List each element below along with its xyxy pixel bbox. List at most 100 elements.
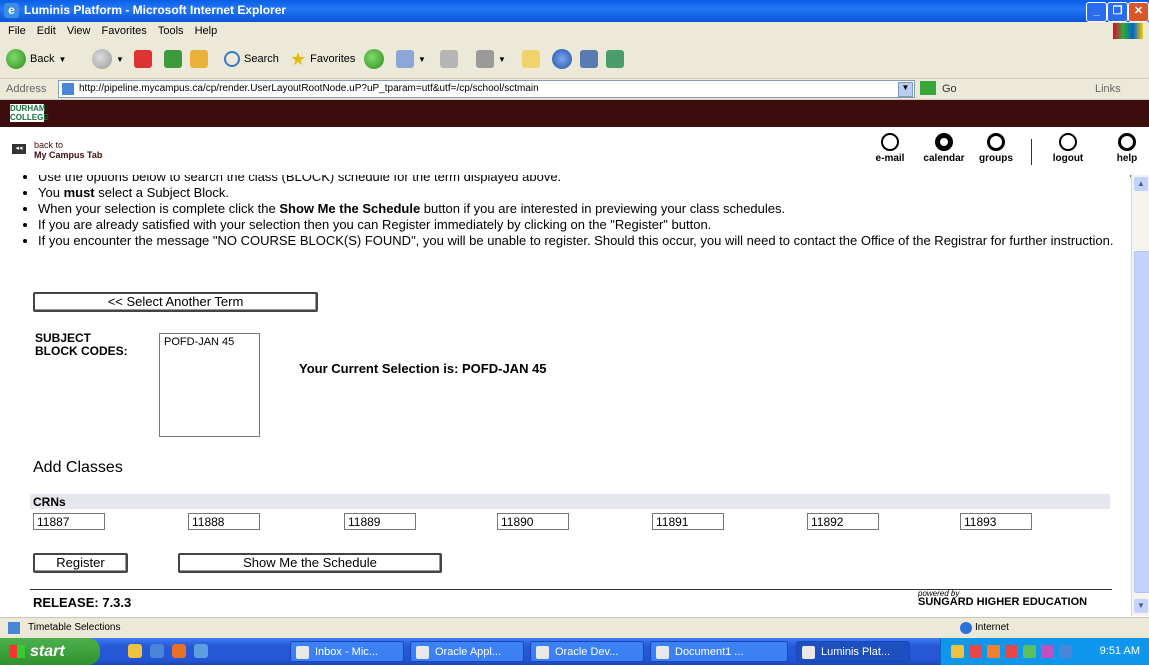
crn-input[interactable]: 11888	[188, 513, 260, 530]
links-button[interactable]: Links	[1095, 83, 1121, 95]
close-button[interactable]: ✕	[1128, 2, 1149, 22]
tray-icon[interactable]	[1059, 645, 1072, 658]
desktop-quicklaunch-icon[interactable]	[194, 644, 208, 658]
ie-icon: e	[4, 3, 19, 18]
email-label: e-mail	[875, 153, 905, 164]
channel-nav: ◂◂ back to My Campus Tab e-mail calendar…	[0, 127, 1149, 177]
college-logo[interactable]: DURHAM COLLEGE	[10, 104, 49, 122]
print-button[interactable]	[440, 48, 458, 70]
tray-icon[interactable]	[987, 645, 1000, 658]
email-icon	[881, 133, 899, 151]
help-link[interactable]: help	[1114, 133, 1140, 164]
history-button[interactable]	[364, 48, 384, 70]
crn-input[interactable]: 11892	[807, 513, 879, 530]
back-button[interactable]: Back ▼	[6, 48, 66, 70]
crn-header-label: CRNs	[33, 495, 66, 509]
task-label: Document1 ...	[675, 646, 744, 658]
stop-icon	[134, 50, 152, 68]
go-button[interactable]: Go	[942, 83, 957, 95]
vertical-scrollbar[interactable]: ▲ ▼	[1131, 175, 1149, 616]
print-icon	[440, 50, 458, 68]
messenger-button[interactable]	[580, 48, 598, 70]
scroll-up-icon[interactable]: ▲	[1134, 177, 1148, 191]
discuss-button[interactable]	[522, 48, 540, 70]
back-label: Back	[30, 53, 55, 65]
system-tray: 9:51 AM	[940, 638, 1149, 665]
clock[interactable]: 9:51 AM	[1100, 645, 1140, 657]
forward-button[interactable]: ▼	[92, 48, 124, 70]
tray-icon[interactable]	[1041, 645, 1054, 658]
crn-input[interactable]: 11887	[33, 513, 105, 530]
show-schedule-button[interactable]: Show Me the Schedule	[178, 553, 442, 573]
refresh-button[interactable]	[164, 48, 182, 70]
menu-tools[interactable]: Tools	[158, 25, 184, 37]
task-icon	[296, 646, 309, 659]
minimize-button[interactable]: _	[1086, 2, 1107, 22]
go-arrow-icon[interactable]	[920, 81, 936, 95]
favorites-button[interactable]: ★ Favorites	[290, 48, 355, 70]
taskbar-item[interactable]: Oracle Appl...	[410, 641, 524, 662]
outlook-quicklaunch-icon[interactable]	[172, 644, 186, 658]
add-classes-heading: Add Classes	[33, 459, 123, 476]
instruction-text: If you are already satisfied with your s…	[38, 217, 712, 232]
help-label: help	[1116, 153, 1138, 164]
main-content: Use the options below to search the clas…	[0, 175, 1130, 616]
tray-icon[interactable]	[969, 645, 982, 658]
subject-option[interactable]: POFD-JAN 45	[160, 334, 259, 350]
instruction-item: If you are already satisfied with your s…	[38, 217, 1128, 233]
subject-block-select[interactable]: POFD-JAN 45	[159, 333, 260, 437]
select-another-term-button[interactable]: << Select Another Term	[33, 292, 318, 312]
title-bar: e Luminis Platform - Microsoft Internet …	[0, 0, 1149, 22]
mail-button[interactable]: ▼	[396, 48, 426, 70]
maximize-button[interactable]: ❐	[1107, 2, 1128, 22]
menu-view[interactable]: View	[67, 25, 91, 37]
stop-button[interactable]	[134, 48, 152, 70]
groups-link[interactable]: groups	[974, 133, 1018, 164]
edit-button[interactable]: ▼	[476, 48, 506, 70]
menu-file[interactable]: File	[8, 25, 26, 37]
home-icon	[190, 50, 208, 68]
address-input[interactable]: http://pipeline.mycampus.ca/cp/render.Us…	[58, 80, 915, 98]
taskbar-item[interactable]: Inbox - Mic...	[290, 641, 404, 662]
email-link[interactable]: e-mail	[870, 133, 910, 164]
menu-help[interactable]: Help	[195, 25, 218, 37]
start-button[interactable]: start	[0, 638, 100, 665]
taskbar-item[interactable]: Oracle Dev...	[530, 641, 644, 662]
logout-label: logout	[1052, 153, 1084, 164]
menu-favorites[interactable]: Favorites	[102, 25, 147, 37]
tray-icon[interactable]	[1005, 645, 1018, 658]
tray-icon[interactable]	[1023, 645, 1036, 658]
groups-icon	[987, 133, 1005, 151]
crn-input[interactable]: 11891	[652, 513, 724, 530]
ie-quicklaunch-icon[interactable]	[150, 644, 164, 658]
scroll-thumb[interactable]	[1134, 251, 1149, 593]
crn-input[interactable]: 11889	[344, 513, 416, 530]
forward-arrow-icon	[92, 49, 112, 69]
scroll-down-icon[interactable]: ▼	[1134, 599, 1148, 613]
research-button[interactable]	[552, 48, 572, 70]
home-button[interactable]	[190, 48, 208, 70]
address-label: Address	[6, 83, 47, 95]
instruction-item: Use the options below to search the clas…	[38, 175, 1128, 185]
address-dropdown[interactable]: ▼	[898, 82, 913, 97]
users-icon	[606, 50, 624, 68]
users-button[interactable]	[606, 48, 624, 70]
crn-input[interactable]: 11893	[960, 513, 1032, 530]
logout-icon	[1059, 133, 1077, 151]
taskbar-item-active[interactable]: Luminis Plat...	[796, 641, 910, 662]
task-label: Luminis Plat...	[821, 646, 891, 658]
register-button[interactable]: Register	[33, 553, 128, 573]
tray-icon[interactable]	[951, 645, 964, 658]
quicklaunch-icon[interactable]	[128, 644, 142, 658]
crn-input[interactable]: 11890	[497, 513, 569, 530]
instruction-text: Use the options below to search the clas…	[38, 175, 562, 184]
favorites-label: Favorites	[310, 53, 356, 65]
taskbar-item[interactable]: Document1 ...	[650, 641, 788, 662]
logout-link[interactable]: logout	[1048, 133, 1088, 164]
calendar-link[interactable]: calendar	[916, 133, 972, 164]
page-icon	[62, 83, 74, 95]
task-icon	[656, 646, 669, 659]
search-button[interactable]: Search	[224, 48, 279, 70]
menu-bar: File Edit View Favorites Tools Help	[0, 22, 1149, 41]
menu-edit[interactable]: Edit	[37, 25, 56, 37]
